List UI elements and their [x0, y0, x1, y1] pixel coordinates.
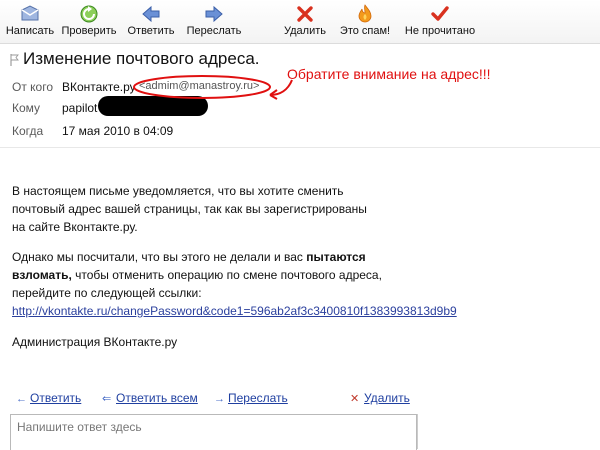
- body-line: взломать, чтобы отменить операцию по сме…: [12, 266, 457, 284]
- body-paragraph-1: В настоящем письме уведомляется, что вы …: [12, 182, 367, 236]
- to-label: Кому: [12, 101, 41, 115]
- from-name[interactable]: ВКонтакте.ру: [62, 80, 136, 94]
- body-line: перейдите по следующей ссылки:: [12, 286, 202, 300]
- from-label: От кого: [12, 80, 54, 94]
- delete-label: Удалить: [284, 25, 326, 37]
- delete-link[interactable]: ✕ Удалить: [350, 391, 410, 405]
- body-text: Однако мы посчитали, что вы этого не дел…: [12, 250, 307, 264]
- compose-button[interactable]: Написать: [2, 3, 58, 41]
- reply-all-link-label: Ответить всем: [116, 391, 198, 405]
- delete-x-icon: [297, 6, 313, 22]
- compose-envelope-icon: [21, 5, 39, 21]
- annotation-ellipse: [133, 75, 271, 99]
- reply-button[interactable]: Ответить: [122, 3, 180, 41]
- compose-label: Написать: [5, 25, 55, 37]
- reply-link[interactable]: ← Ответить: [16, 391, 81, 405]
- body-line: Однако мы посчитали, что вы этого не дел…: [12, 248, 457, 266]
- reply-all-small-icon: ⇐: [102, 393, 112, 405]
- delete-small-icon: ✕: [350, 393, 360, 405]
- body-line: почтовый адрес вашей страницы, так как в…: [12, 202, 367, 216]
- forward-label: Переслать: [186, 25, 242, 37]
- refresh-icon: [80, 5, 98, 23]
- check-mail-label: Проверить: [61, 25, 117, 37]
- flame-icon: [358, 4, 372, 23]
- reply-label: Ответить: [127, 25, 175, 37]
- reply-all-link[interactable]: ⇐ Ответить всем: [102, 391, 198, 405]
- body-line: http://vkontakte.ru/changePassword&code1…: [12, 302, 457, 320]
- body-bold-text: взломать,: [12, 268, 72, 282]
- message-subject: Изменение почтового адреса.: [23, 49, 260, 68]
- reply-input[interactable]: [15, 419, 409, 435]
- reply-link-label: Ответить: [30, 391, 82, 405]
- mark-unread-button[interactable]: Не прочитано: [400, 3, 480, 41]
- date-value: 17 мая 2010 в 04:09: [62, 124, 174, 138]
- spam-label: Это спам!: [339, 25, 391, 37]
- reply-arrow-icon: [142, 5, 160, 23]
- reply-box-edge: [417, 414, 418, 449]
- body-line: В настоящем письме уведомляется, что вы …: [12, 184, 344, 198]
- header-divider: [0, 147, 600, 148]
- phishing-link[interactable]: http://vkontakte.ru/changePassword&code1…: [12, 304, 457, 318]
- annotation-text: Обратите внимание на адрес!!!: [287, 66, 491, 82]
- to-value: papilot: [62, 101, 98, 115]
- body-text: чтобы отменить операцию по смене почтово…: [71, 268, 382, 282]
- delete-link-label: Удалить: [364, 391, 410, 405]
- body-paragraph-2: Однако мы посчитали, что вы этого не дел…: [12, 248, 457, 320]
- mark-unread-label: Не прочитано: [404, 25, 476, 37]
- body-bold-text: пытаются: [306, 250, 366, 264]
- reply-box: [10, 414, 417, 450]
- forward-small-icon: →: [214, 393, 225, 405]
- date-label: Когда: [12, 124, 44, 138]
- forward-link-label: Переслать: [228, 391, 288, 405]
- mail-toolbar: Написать Проверить Ответить Переслать Уд…: [0, 0, 600, 44]
- delete-button[interactable]: Удалить: [276, 3, 334, 41]
- signature: Администрация ВКонтакте.ру: [12, 335, 178, 349]
- reply-small-icon: ←: [16, 393, 27, 405]
- forward-link[interactable]: → Переслать: [214, 391, 288, 405]
- forward-button[interactable]: Переслать: [184, 3, 244, 41]
- body-line: на сайте Вконтакте.ру.: [12, 220, 138, 234]
- forward-arrow-icon: [205, 5, 223, 23]
- spam-button[interactable]: Это спам!: [336, 3, 394, 41]
- checkmark-icon: [431, 6, 449, 21]
- check-mail-button[interactable]: Проверить: [60, 3, 118, 41]
- flag-icon[interactable]: [10, 54, 20, 66]
